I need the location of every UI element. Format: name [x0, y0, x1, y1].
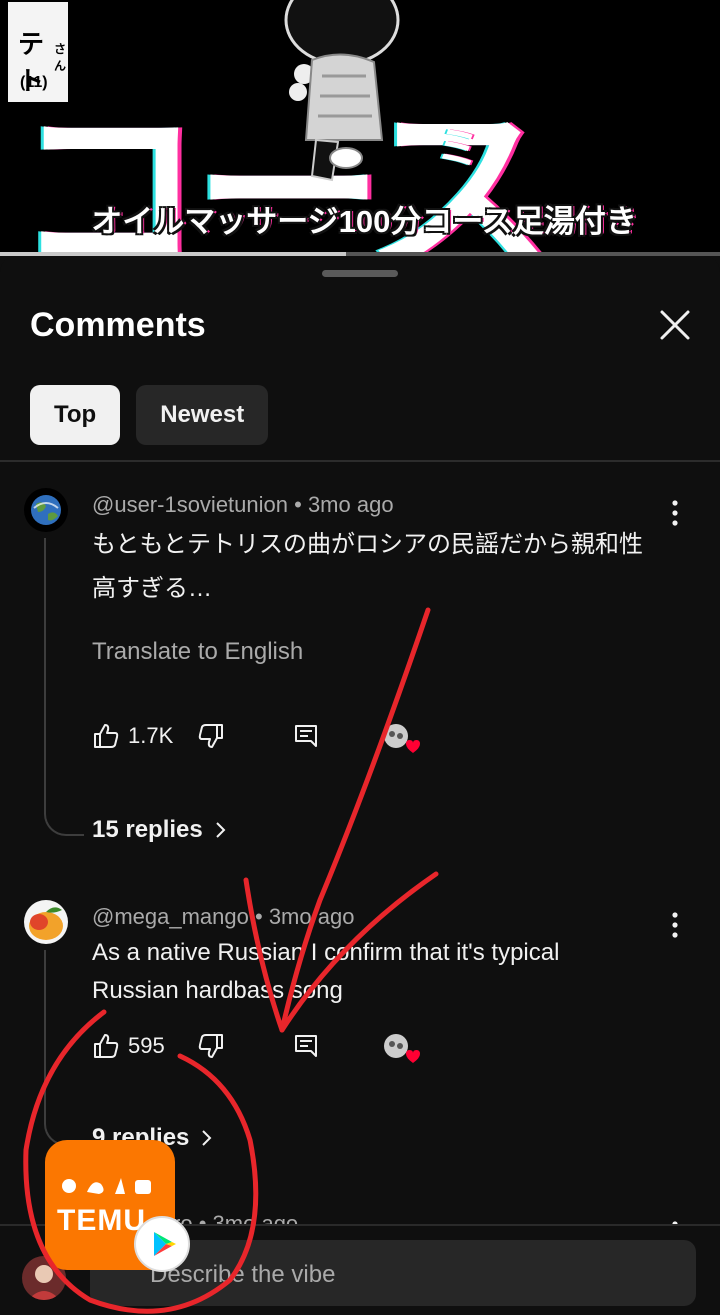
avatar[interactable] [24, 488, 68, 532]
comment-text-line: もともとテトリスの曲がロシアの民謡だから親和性 [92, 531, 644, 558]
dislike-button[interactable] [197, 1032, 225, 1060]
comment-meta: @user-1sovietunion • 3mo ago [92, 492, 394, 517]
close-icon [660, 310, 690, 340]
like-count: 595 [128, 1033, 165, 1058]
comment-time: 3mo ago [268, 904, 355, 929]
comment-meta: @mega_mango • 3mo ago [92, 904, 355, 929]
comment-text-line: Russian hardbass song [92, 977, 343, 1004]
anime-character-illustration [284, 0, 400, 182]
video-player[interactable]: テト さん (11) コース ミ オイルマッサージ100分コース足湯付き [0, 0, 720, 256]
creator-heart-icon [384, 1034, 420, 1063]
chip-top[interactable]: Top [30, 385, 121, 445]
video-subtitle: オイルマッサージ100分コース足湯付き [91, 204, 637, 239]
like-button[interactable]: 595 [92, 1032, 165, 1060]
creator-heart [382, 722, 420, 756]
replies-count: 15 replies [92, 816, 203, 843]
creator-heart-icon [384, 724, 420, 753]
comment-time: 3mo ago [307, 492, 394, 517]
comment-text-line: 高すぎる… [92, 575, 212, 602]
comment-text-line: As a native Russian I confirm that it's … [92, 939, 560, 966]
mango-avatar-icon [24, 900, 68, 944]
comment-text: もともとテトリスの曲がロシアの民謡だから親和性 高すぎる… [92, 523, 682, 611]
comment-author[interactable]: @user-1sovietunion [92, 492, 288, 517]
thumbs-down-icon [198, 1034, 223, 1058]
thumbs-up-icon [94, 724, 119, 748]
chip-newest[interactable]: Newest [136, 385, 269, 445]
close-button[interactable] [652, 302, 698, 348]
google-play-icon [154, 1232, 176, 1256]
google-play-badge [134, 1216, 190, 1272]
view-replies-button[interactable]: 15 replies [92, 816, 227, 844]
sort-chips: Top Newest [30, 385, 269, 445]
thumbs-down-icon [198, 724, 223, 748]
reply-button[interactable] [292, 722, 320, 750]
divider [0, 460, 720, 462]
reply-comment-icon [295, 1035, 317, 1057]
like-count: 1.7K [128, 723, 174, 748]
dislike-button[interactable] [197, 722, 225, 750]
video-small-text: ミ [436, 124, 480, 173]
app-root: テト さん (11) コース ミ オイルマッサージ100分コース足湯付き Com… [0, 0, 720, 1315]
chevron-right-icon [216, 822, 226, 838]
reply-button[interactable] [292, 1032, 320, 1060]
comment-actions: 595 [92, 1032, 452, 1072]
translate-link[interactable]: Translate to English [92, 638, 303, 666]
comment-author[interactable]: @mega_mango [92, 904, 249, 929]
thumbs-up-icon [94, 1034, 119, 1058]
thread-line [44, 538, 84, 836]
comment-actions: 1.7K [92, 722, 452, 762]
comment-text: As a native Russian I confirm that it's … [92, 934, 682, 1010]
video-tag-san: さん [54, 42, 67, 73]
like-button[interactable]: 1.7K [92, 722, 173, 750]
chevron-right-icon [202, 1130, 212, 1146]
thread-line [44, 950, 84, 1146]
earth-avatar-icon [24, 488, 68, 532]
creator-heart [382, 1032, 420, 1066]
reply-comment-icon [295, 725, 317, 747]
temu-logo-text: TEMU [57, 1204, 146, 1237]
sheet-title: Comments [30, 306, 206, 344]
drag-handle[interactable] [322, 270, 398, 277]
avatar[interactable] [24, 900, 68, 944]
temu-glyphs-icon [62, 1178, 151, 1194]
